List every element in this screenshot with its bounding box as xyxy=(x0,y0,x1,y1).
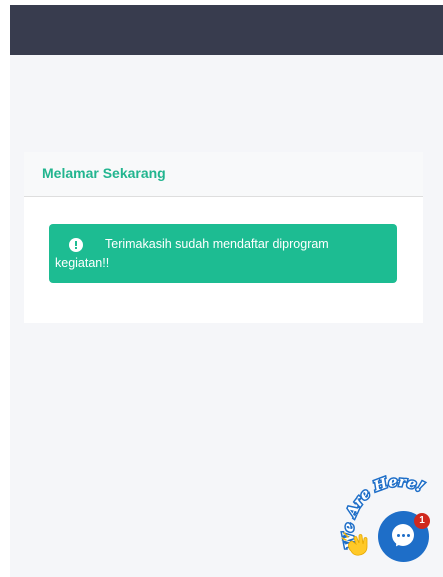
success-alert: Terimakasih sudah mendaftar diprogram ke… xyxy=(49,224,397,283)
chat-widget[interactable]: We Are Here! 1 xyxy=(334,475,443,577)
page-background: Melamar Sekarang Terimakasih sudah menda… xyxy=(10,5,443,577)
chat-dot xyxy=(402,534,405,537)
top-navbar xyxy=(10,5,443,55)
chat-dot xyxy=(397,534,400,537)
waving-hand-icon xyxy=(342,532,368,556)
chat-bubble-icon xyxy=(392,524,414,546)
chat-dot xyxy=(407,534,410,537)
notification-badge: 1 xyxy=(414,513,430,529)
alert-message: Terimakasih sudah mendaftar diprogram ke… xyxy=(55,237,329,270)
apply-card: Melamar Sekarang Terimakasih sudah menda… xyxy=(24,152,423,323)
card-header: Melamar Sekarang xyxy=(24,152,423,197)
card-title: Melamar Sekarang xyxy=(42,165,166,181)
